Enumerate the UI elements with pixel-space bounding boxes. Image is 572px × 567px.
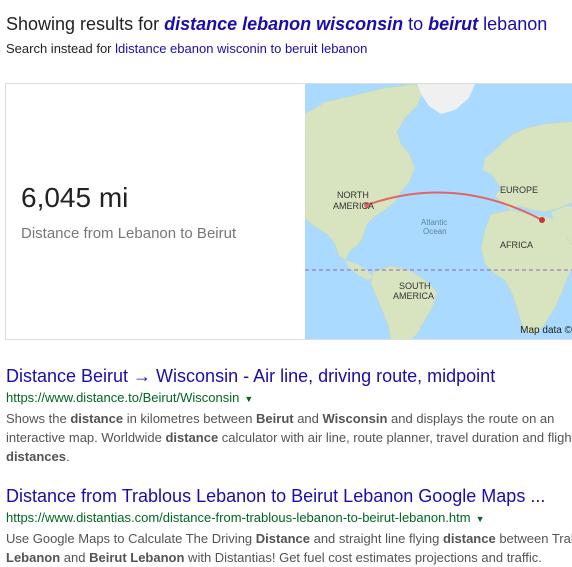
result-url: https://www.distance.to/Beirut/Wisconsin xyxy=(6,390,240,405)
result-title-link[interactable]: Distance Beirut → Wisconsin - Air line, … xyxy=(6,366,572,387)
route-map[interactable]: NORTH AMERICA EUROPE AFRICA SOUTH AMERIC… xyxy=(305,84,572,340)
snippet-line: Shows the distance in kilometres between… xyxy=(6,409,572,428)
snippet-bold-term: distance xyxy=(442,531,496,546)
result-url-line: https://www.distance.to/Beirut/Wisconsin… xyxy=(6,390,572,405)
showing-prefix: Showing results for xyxy=(6,14,165,34)
result-url: https://www.distantias.com/distance-from… xyxy=(6,510,471,525)
snippet-text: and xyxy=(293,411,323,426)
map-label-north-america-1: NORTH xyxy=(337,190,369,200)
original-query-link[interactable]: ldistance ebanon wisconin to beruit leba… xyxy=(115,41,367,56)
result-snippet: Shows the distance in kilometres between… xyxy=(6,409,572,466)
snippet-text: and straight line flying xyxy=(309,531,443,546)
map-label-atlantic-1: Atlantic xyxy=(421,218,447,227)
map-label-europe: EUROPE xyxy=(500,185,538,195)
snippet-text: between Trab xyxy=(495,531,572,546)
result-snippet: Use Google Maps to Calculate The Driving… xyxy=(6,529,572,567)
snippet-text: Use Google Maps to Calculate The Driving xyxy=(6,531,256,546)
search-result: Distance Beirut → Wisconsin - Air line, … xyxy=(6,366,572,466)
snippet-bold-term: Distance xyxy=(255,531,310,546)
snippet-text: in kilometres between xyxy=(123,411,257,426)
snippet-bold-term: Wisconsin xyxy=(322,411,388,426)
snippet-bold-term: Beirut Lebanon xyxy=(89,550,185,565)
result-url-line: https://www.distantias.com/distance-from… xyxy=(6,510,572,525)
snippet-text: Shows the xyxy=(6,411,71,426)
snippet-text: and xyxy=(60,550,90,565)
showing-results-line: Showing results for distance lebanon wis… xyxy=(6,14,547,35)
search-result: Distance from Trablous Lebanon to Beirut… xyxy=(6,486,572,567)
snippet-line: interactive map. Worldwide distance calc… xyxy=(6,428,572,447)
snippet-text: interactive map. Worldwide xyxy=(6,430,166,445)
result-title-link[interactable]: Distance from Trablous Lebanon to Beirut… xyxy=(6,486,572,507)
corrected-query-link[interactable]: distance lebanon wisconsin to beirut leb… xyxy=(164,14,547,34)
snippet-bold-term: distances xyxy=(6,449,66,464)
snippet-bold-term: distance xyxy=(70,411,124,426)
map-attribution[interactable]: Map data © xyxy=(520,325,572,336)
distance-label: Distance from Lebanon to Beirut xyxy=(21,225,237,242)
map-label-south-america-2: AMERICA xyxy=(393,291,434,301)
snippet-text: and displays the route on an xyxy=(387,411,555,426)
url-dropdown-arrow-icon[interactable]: ▼ xyxy=(244,394,253,404)
snippet-line: Lebanon and Beirut Lebanon with Distanti… xyxy=(6,548,572,567)
snippet-line: distances. xyxy=(6,447,572,466)
map-label-atlantic-2: Ocean xyxy=(423,227,447,236)
search-instead-prefix: Search instead for xyxy=(6,41,116,56)
snippet-bold-term: distance xyxy=(165,430,219,445)
map-label-south-america-1: SOUTH xyxy=(399,281,431,291)
snippet-line: Use Google Maps to Calculate The Driving… xyxy=(6,529,572,548)
search-instead-line: Search instead for ldistance ebanon wisc… xyxy=(6,41,367,56)
map-svg[interactable]: NORTH AMERICA EUROPE AFRICA SOUTH AMERIC… xyxy=(305,84,572,340)
distance-answer-card: 6,045 mi Distance from Lebanon to Beirut xyxy=(5,83,572,340)
snippet-text: . xyxy=(65,449,70,464)
snippet-text: with Distantias! Get fuel cost estimates… xyxy=(184,550,542,565)
snippet-bold-term: Beirut xyxy=(256,411,294,426)
map-label-africa: AFRICA xyxy=(500,240,533,250)
url-dropdown-arrow-icon[interactable]: ▼ xyxy=(476,514,485,524)
distance-value: 6,045 mi xyxy=(21,182,129,213)
snippet-text: calculator with air line, route planner,… xyxy=(218,430,572,445)
snippet-bold-term: Lebanon xyxy=(6,550,61,565)
destination-marker[interactable] xyxy=(539,217,545,223)
map-label-north-america-2: AMERICA xyxy=(333,201,374,211)
